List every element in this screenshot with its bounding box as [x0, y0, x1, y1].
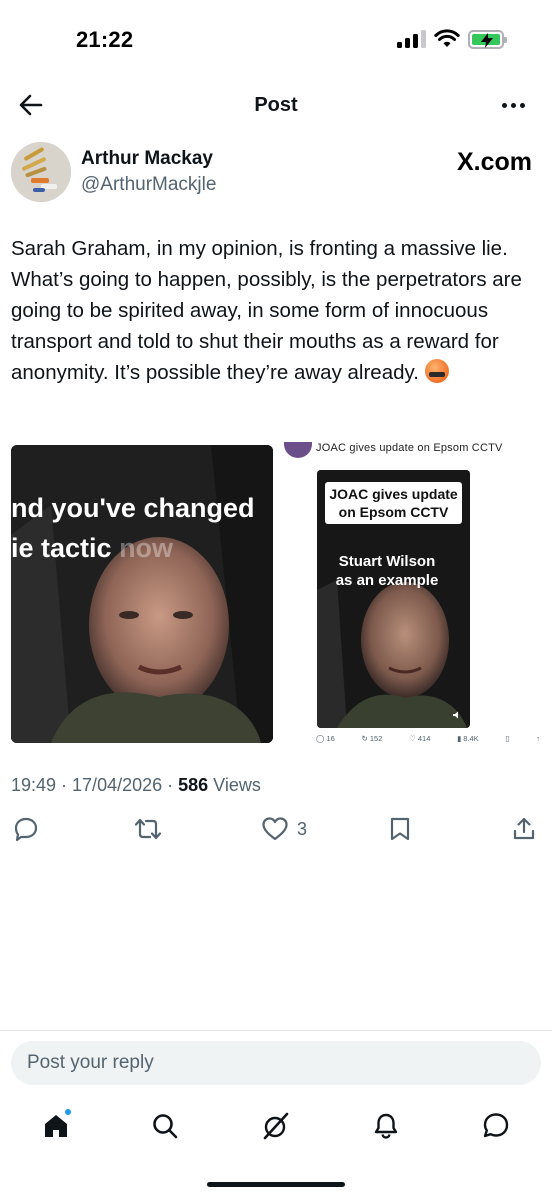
- embedded-reply-stat: ◯ 16: [316, 734, 335, 743]
- tab-notifications[interactable]: [370, 1110, 402, 1142]
- video-caption-line1: nd you've changed: [11, 493, 255, 523]
- repost-button[interactable]: [133, 814, 163, 844]
- messages-icon: [483, 1113, 509, 1138]
- battery-icon: [468, 29, 507, 49]
- repost-icon: [134, 818, 162, 840]
- embedded-title-line2: on Epsom CCTV: [338, 504, 449, 520]
- embedded-subtitle-line1: Stuart Wilson: [338, 553, 436, 570]
- dot-icon: [510, 102, 516, 108]
- more-options-button[interactable]: [498, 90, 528, 120]
- angry-face-emoji-icon: [424, 359, 449, 383]
- embedded-bookmark-icon: ▯: [505, 734, 510, 743]
- status-time: 21:22: [76, 27, 134, 52]
- post-meta: 19:49 · 17/04/2026 · 586 Views: [11, 775, 261, 796]
- wifi-icon: [434, 29, 460, 47]
- share-button[interactable]: [511, 814, 537, 844]
- post-media-left[interactable]: nd you've changed ie tactic now: [11, 445, 273, 743]
- bookmark-button[interactable]: [388, 814, 412, 844]
- tab-home[interactable]: [40, 1108, 72, 1142]
- author-handle[interactable]: @ArthurMackjle: [81, 174, 216, 196]
- post-text-container: Sarah Graham, in my opinion, is fronting…: [11, 233, 541, 388]
- reply-box[interactable]: [11, 1041, 541, 1085]
- post-timestamp: 19:49 · 17/04/2026 ·: [11, 775, 179, 795]
- source-watermark: X.com: [456, 148, 532, 176]
- author-name[interactable]: Arthur Mackay: [81, 148, 213, 170]
- embedded-views-stat: ▮ 8.4K: [457, 734, 479, 743]
- like-count: 3: [297, 818, 308, 839]
- status-bar: 21:22: [0, 0, 552, 80]
- bookmark-icon: [390, 817, 410, 841]
- grok-icon: [263, 1112, 289, 1140]
- nav-bar: Post: [0, 82, 552, 128]
- video-still-image: [11, 445, 273, 743]
- bottom-tab-bar: [0, 1102, 552, 1152]
- bell-icon: [374, 1113, 398, 1139]
- embedded-like-stat: ♡ 414: [409, 734, 431, 743]
- share-icon: [513, 817, 535, 840]
- notification-dot: [64, 1108, 72, 1116]
- reply-input[interactable]: [27, 1041, 507, 1085]
- avatar-image: [11, 142, 71, 202]
- search-icon: [153, 1114, 178, 1139]
- cellular-signal-icon: [397, 30, 426, 48]
- post-media-right[interactable]: JOAC gives update on Epsom CCTV JOAC giv…: [284, 438, 542, 750]
- post-actions: 3: [11, 814, 541, 846]
- video-caption-dim: now: [111, 533, 174, 563]
- embedded-subtitle-line2: as an example: [335, 572, 439, 589]
- like-button[interactable]: 3: [261, 814, 307, 844]
- home-icon: [45, 1115, 67, 1137]
- speaker-icon: [453, 711, 458, 719]
- dot-icon: [501, 102, 507, 108]
- heart-icon: [262, 817, 288, 841]
- tab-grok[interactable]: [260, 1110, 292, 1142]
- reply-button[interactable]: [13, 814, 39, 844]
- page-title: Post: [254, 94, 298, 116]
- embedded-video: JOAC gives update on Epsom CCTV Stuart W…: [317, 470, 470, 728]
- embedded-header: JOAC gives update on Epsom CCTV: [316, 442, 503, 454]
- embedded-title-line1: JOAC gives update: [329, 486, 458, 502]
- video-caption-line2: ie tactic now: [11, 533, 173, 564]
- embedded-title-tag: JOAC gives update on Epsom CCTV: [325, 482, 462, 524]
- video-caption-bright: ie tactic: [11, 533, 112, 563]
- embedded-stats: ◯ 16 ↻ 152 ♡ 414 ▮ 8.4K ▯ ↑: [316, 734, 540, 743]
- avatar[interactable]: [11, 142, 71, 202]
- reply-icon: [14, 817, 38, 842]
- divider: [0, 1030, 552, 1031]
- dot-icon: [519, 102, 525, 108]
- views-label: Views: [208, 775, 261, 795]
- status-icons: [397, 29, 507, 49]
- embedded-subtitle: Stuart Wilson as an example: [317, 552, 457, 590]
- embedded-share-icon: ↑: [536, 734, 540, 743]
- tab-search[interactable]: [149, 1110, 181, 1142]
- tab-messages[interactable]: [480, 1110, 512, 1142]
- embedded-repost-stat: ↻ 152: [361, 734, 383, 743]
- embedded-avatar: [284, 442, 312, 458]
- views-count: 586: [178, 775, 209, 795]
- home-indicator: [207, 1182, 345, 1187]
